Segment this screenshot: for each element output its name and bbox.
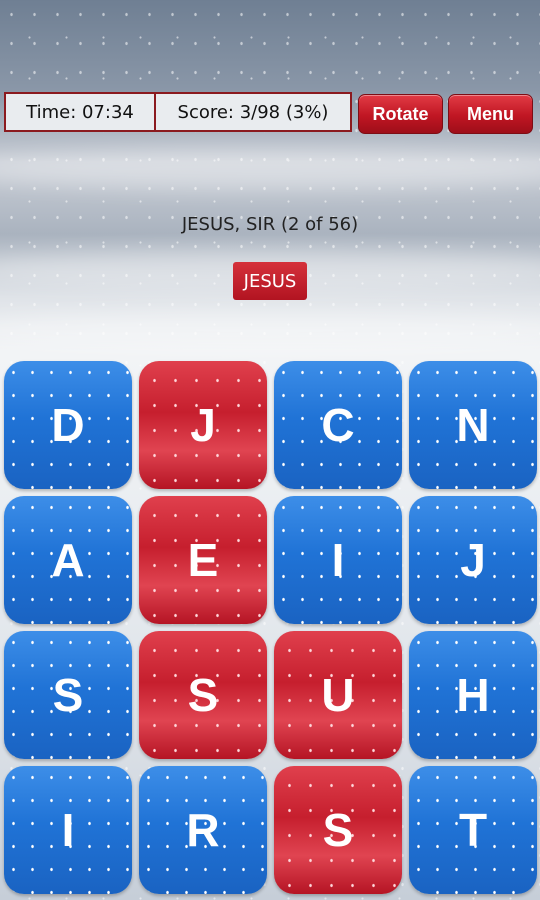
- menu-button[interactable]: Menu: [448, 94, 533, 134]
- letter-tile[interactable]: S: [274, 766, 402, 894]
- clue-text: JESUS, SIR (2 of 56): [181, 214, 359, 235]
- letter-tile[interactable]: U: [274, 631, 402, 759]
- letter-tile[interactable]: T: [409, 766, 537, 894]
- letter-tile[interactable]: I: [4, 766, 132, 894]
- letter-tile[interactable]: S: [139, 631, 267, 759]
- letter-tile[interactable]: H: [409, 631, 537, 759]
- timer-display: Time: 07:34: [6, 94, 156, 130]
- letter-tile[interactable]: A: [4, 496, 132, 624]
- current-word-badge: JESUS: [233, 262, 307, 300]
- rotate-button[interactable]: Rotate: [358, 94, 443, 134]
- letter-tile[interactable]: I: [274, 496, 402, 624]
- letter-grid: DJCNAEIJSSUHIRST: [4, 361, 538, 900]
- letter-tile[interactable]: D: [4, 361, 132, 489]
- letter-tile[interactable]: J: [409, 496, 537, 624]
- letter-tile[interactable]: N: [409, 361, 537, 489]
- letter-tile[interactable]: C: [274, 361, 402, 489]
- letter-tile[interactable]: J: [139, 361, 267, 489]
- status-bar: Time: 07:34 Score: 3/98 (3%): [4, 92, 352, 132]
- score-display: Score: 3/98 (3%): [177, 101, 329, 123]
- letter-tile[interactable]: E: [139, 496, 267, 624]
- letter-tile[interactable]: R: [139, 766, 267, 894]
- letter-tile[interactable]: S: [4, 631, 132, 759]
